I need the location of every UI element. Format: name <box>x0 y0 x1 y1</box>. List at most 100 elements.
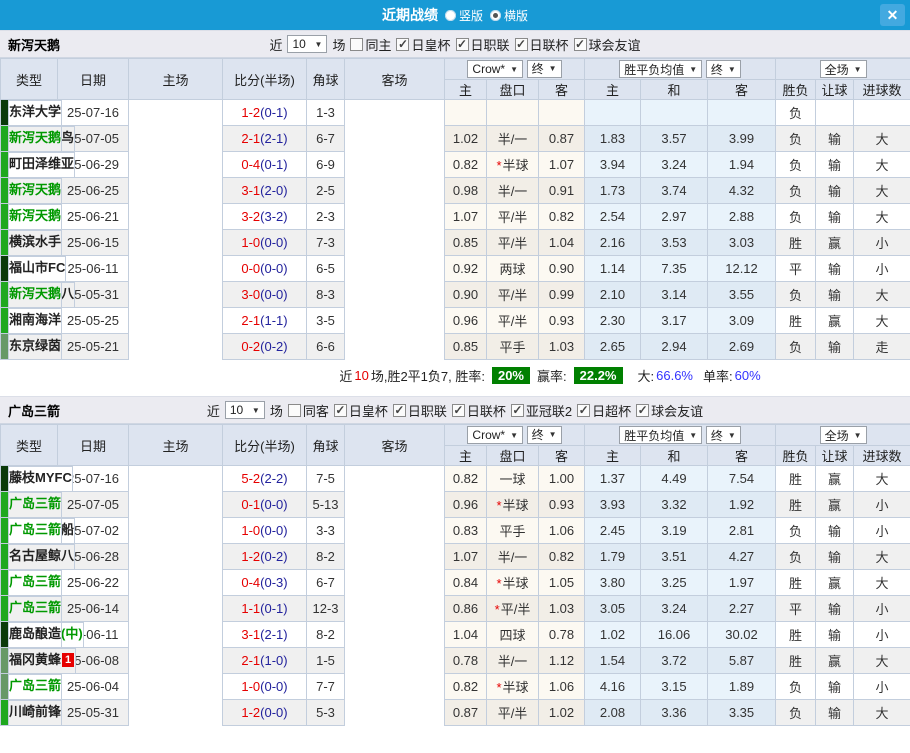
result-wdl: 负 <box>775 673 817 700</box>
result-wdl: 负 <box>775 125 817 152</box>
close-icon[interactable]: ✕ <box>880 4 905 26</box>
checkbox-icon <box>350 37 364 51</box>
score: 1-2(0-0) <box>222 699 307 726</box>
col-wdl: 胜负 <box>775 79 817 100</box>
away-team: 新泻天鹅 <box>8 125 63 152</box>
result-goals: 大 <box>853 151 910 178</box>
single-rate-value: 60% <box>734 367 761 383</box>
mean-draw: 16.06 <box>640 621 708 648</box>
team-name: 町田泽维亚 <box>9 155 75 171</box>
result-handicap: 赢 <box>815 307 855 334</box>
result-handicap: 输 <box>815 177 855 204</box>
team-name: 名古屋鲸八 <box>9 547 75 563</box>
match-date: 25-06-21 <box>57 203 129 230</box>
corner-score: 1-5 <box>306 647 345 674</box>
odds-away: 0.99 <box>538 281 585 308</box>
mean-select[interactable]: 胜平负均值 ▼ <box>619 426 703 444</box>
away-team: 横滨水手 <box>8 229 63 256</box>
chevron-down-icon: ▼ <box>727 64 736 74</box>
fullmatch-select[interactable]: 全场 ▼ <box>819 426 867 444</box>
same-venue-checkbox[interactable]: 同客 <box>287 401 329 420</box>
competition-checkbox[interactable]: ✓ 球会友谊 <box>573 35 641 54</box>
match-count-select[interactable]: 10 ▼ <box>287 35 328 53</box>
col-odds-home: 主 <box>444 445 487 466</box>
handicap: 四球 <box>486 621 539 648</box>
corner-score: 12-3 <box>306 595 345 622</box>
competition-checkbox[interactable]: ✓ 日联杯 <box>514 35 569 54</box>
checkbox-checked-icon: ✓ <box>396 36 410 51</box>
competition-checkbox[interactable]: ✓ 亚冠联2 <box>510 401 572 420</box>
mean-home: 1.83 <box>584 125 641 152</box>
result-goals: 小 <box>853 491 910 518</box>
result-handicap: 输 <box>815 595 855 622</box>
competition-checkbox[interactable]: ✓ 日联杯 <box>451 401 506 420</box>
result-goals: 走 <box>853 333 910 360</box>
games-label: 场 <box>332 37 346 53</box>
col-away: 客场 <box>344 424 445 466</box>
handicap <box>486 99 539 126</box>
handicap-name: 平手 <box>499 524 526 539</box>
mean-final-select[interactable]: 终 ▼ <box>705 60 741 78</box>
fulltime-score: 1-0 <box>241 523 261 538</box>
mean-draw: 3.24 <box>640 151 708 178</box>
away-team: 广岛三箭 <box>8 673 63 700</box>
fulltime-score: 2-1 <box>241 653 261 668</box>
halftime-score: (2-0) <box>260 183 288 198</box>
odds-final-select[interactable]: 终 ▼ <box>526 59 562 78</box>
odds-home: 0.84 <box>444 569 487 596</box>
handicap: *半球 <box>486 491 539 518</box>
fulltime-score: 1-2 <box>241 705 261 720</box>
odds-home: 0.83 <box>444 517 487 544</box>
halftime-score: (2-1) <box>260 627 288 642</box>
handicap-name: 两球 <box>499 262 526 277</box>
team-name: 福山市FC <box>9 259 66 275</box>
chevron-down-icon: ▼ <box>510 64 519 74</box>
mean-away: 12.12 <box>706 255 777 282</box>
halftime-score: (0-1) <box>260 105 288 120</box>
handicap-name: 半球 <box>502 158 529 173</box>
team-name: 藤枝MYFC <box>9 470 72 485</box>
filters-bar: 近 10 ▼ 场同客 ✓ 日皇杯 ✓ 日职联 ✓ 日联杯 ✓ 亚冠联2 ✓ 日超杯 ✓ 球会友谊 <box>0 401 910 420</box>
handicap-name: 平手 <box>499 340 526 355</box>
competition-checkbox[interactable]: ✓ 球会友谊 <box>636 401 703 420</box>
mean-final-select[interactable]: 终 ▼ <box>705 426 741 444</box>
team-name: 东洋大学 <box>9 104 62 119</box>
fullmatch-select[interactable]: 全场 ▼ <box>819 60 867 78</box>
chevron-down-icon: ▼ <box>548 430 557 440</box>
odds-final-select[interactable]: 终 ▼ <box>526 425 562 444</box>
competition-checkbox[interactable]: ✓ 日职联 <box>455 35 510 54</box>
mean-away: 2.69 <box>706 333 777 360</box>
same-venue-checkbox[interactable]: 同主 <box>350 35 391 54</box>
odds-source-select[interactable]: Crow* ▼ <box>467 426 524 445</box>
competition-checkbox[interactable]: ✓ 日皇杯 <box>396 35 451 54</box>
corner-score: 7-3 <box>306 229 345 256</box>
layout-radio-vertical[interactable]: 竖版 <box>444 7 483 24</box>
result-wdl: 负 <box>775 177 817 204</box>
result-goals: 小 <box>853 595 910 622</box>
match-count-value: 10 <box>229 403 244 417</box>
score: 1-0(0-0) <box>222 673 307 700</box>
match-count-select[interactable]: 10 ▼ <box>224 401 265 419</box>
select-value: 终 <box>710 62 723 77</box>
odds-source-select[interactable]: Crow* ▼ <box>467 60 524 79</box>
chevron-down-icon: ▼ <box>314 39 323 49</box>
odds-away: 0.82 <box>538 543 585 570</box>
competition-checkbox[interactable]: ✓ 日职联 <box>392 401 447 420</box>
team-name: 鹿岛酿造 <box>9 625 62 641</box>
layout-radio-horizontal[interactable]: 横版 <box>490 7 528 24</box>
col-score: 比分(半场) <box>222 424 307 466</box>
competition-checkbox[interactable]: ✓ 日皇杯 <box>333 401 388 420</box>
odds-home: 0.90 <box>444 281 487 308</box>
odds-home: 1.07 <box>444 543 487 570</box>
games-label: 场 <box>269 403 283 419</box>
competition-checkbox[interactable]: ✓ 日超杯 <box>577 401 631 420</box>
result-goals: 大 <box>853 465 910 492</box>
result-goals <box>853 99 910 126</box>
summary-text: 单率: <box>703 368 733 384</box>
checkbox-checked-icon: ✓ <box>455 36 469 51</box>
titlebar-center: 近期战绩 竖版 横版 <box>0 5 910 25</box>
score: 1-2(0-2) <box>222 543 307 570</box>
mean-select[interactable]: 胜平负均值 ▼ <box>619 60 703 78</box>
odds-away: 0.82 <box>538 203 585 230</box>
mean-home: 4.16 <box>584 673 641 700</box>
